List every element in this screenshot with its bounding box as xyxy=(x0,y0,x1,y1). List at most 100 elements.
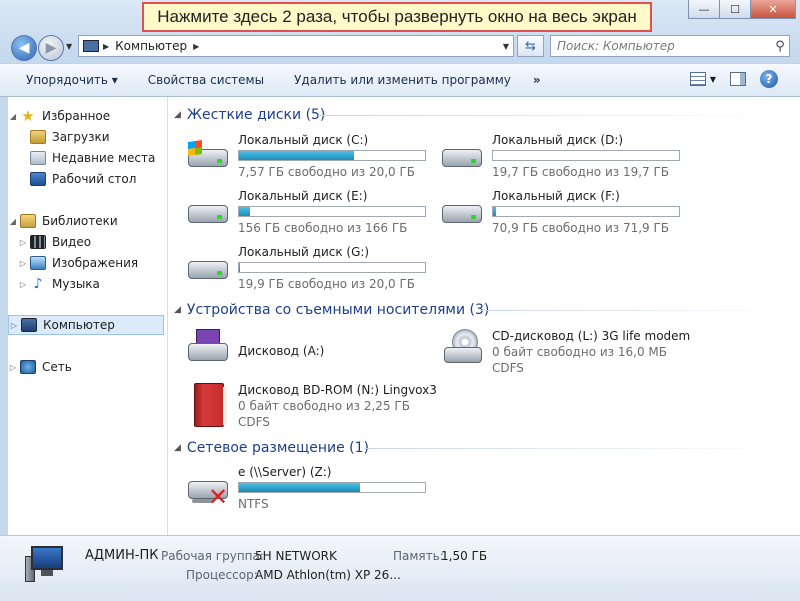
drive-usage-fill xyxy=(239,263,240,272)
collapse-icon[interactable]: ◢ xyxy=(174,443,181,453)
drive-usage-bar xyxy=(238,206,426,217)
libraries-icon xyxy=(20,214,36,228)
group-title: Сетевое размещение (1) xyxy=(186,440,369,456)
view-controls: ▼ ? xyxy=(689,70,778,88)
star-icon: ★ xyxy=(21,107,35,125)
group-header-removable[interactable]: ◢ Устройства со съемными носителями (3) xyxy=(174,300,489,320)
collapse-icon[interactable]: ◢ xyxy=(8,217,18,226)
collapse-icon[interactable]: ◢ xyxy=(174,110,181,120)
chevron-right-icon[interactable]: ▶ xyxy=(193,42,199,51)
nav-computer[interactable]: ▷ Компьютер xyxy=(8,315,164,335)
content-pane: ◢ Жесткие диски (5) Локальный диск (C:) … xyxy=(168,97,800,535)
drive-name: e (\\Server) (Z:) xyxy=(238,465,332,479)
drive-usage-fill xyxy=(239,483,360,492)
refresh-icon: ⇆ xyxy=(525,38,536,54)
cpu-label: Процессор: xyxy=(186,568,258,582)
hard-drive-icon xyxy=(440,141,484,173)
help-icon[interactable]: ? xyxy=(760,70,778,88)
view-dropdown-icon[interactable]: ▼ xyxy=(710,75,716,84)
address-dropdown-icon[interactable]: ▼ xyxy=(503,42,509,51)
uninstall-program-button[interactable]: Удалить или изменить программу xyxy=(294,73,511,87)
drive-name: Дисковод (A:) xyxy=(238,344,325,358)
history-dropdown-icon[interactable]: ▼ xyxy=(66,42,72,51)
computer-icon xyxy=(25,546,69,586)
nav-libraries[interactable]: ◢ Библиотеки xyxy=(8,211,118,231)
drive-n[interactable]: Дисковод BD-ROM (N:) Lingvox3 0 байт сво… xyxy=(186,383,437,431)
nav-computer-label: Компьютер xyxy=(43,318,115,332)
group-header-hard-drives[interactable]: ◢ Жесткие диски (5) xyxy=(174,105,325,125)
drive-c[interactable]: Локальный диск (C:) 7,57 ГБ свободно из … xyxy=(186,133,436,181)
nav-desktop[interactable]: Рабочий стол xyxy=(28,169,136,189)
preview-pane-icon[interactable] xyxy=(730,72,746,86)
drive-f[interactable]: Локальный диск (F:) 70,9 ГБ свободно из … xyxy=(440,189,690,237)
workgroup-label: Рабочая группа: xyxy=(161,549,264,563)
refresh-button[interactable]: ⇆ xyxy=(517,35,544,57)
drive-d[interactable]: Локальный диск (D:) 19,7 ГБ свободно из … xyxy=(440,133,690,181)
drive-filesystem: CDFS xyxy=(238,415,270,429)
video-library-icon xyxy=(30,235,46,249)
group-divider xyxy=(318,115,788,116)
nav-desktop-label: Рабочий стол xyxy=(52,172,137,186)
desktop-icon xyxy=(30,172,46,186)
nav-recent[interactable]: Недавние места xyxy=(28,148,155,168)
drive-z[interactable]: ✕ e (\\Server) (Z:) NTFS xyxy=(186,465,436,513)
maximize-hint-tooltip: Нажмите здесь 2 раза, чтобы развернуть о… xyxy=(142,2,652,32)
drive-usage-bar xyxy=(492,150,680,161)
drive-free-space: 0 байт свободно из 16,0 МБ xyxy=(492,345,667,359)
nav-favorites[interactable]: ◢ ★ Избранное xyxy=(8,106,110,126)
drive-free-space: 0 байт свободно из 2,25 ГБ xyxy=(238,399,410,413)
explorer-window: — ☐ ✕ Нажмите здесь 2 раза, чтобы развер… xyxy=(0,0,800,601)
maximize-button[interactable]: ☐ xyxy=(719,0,751,19)
nav-video-label: Видео xyxy=(52,235,92,249)
drive-a[interactable]: Дисковод (A:) xyxy=(186,329,436,377)
view-options-icon[interactable] xyxy=(689,72,706,86)
more-commands-button[interactable]: » xyxy=(533,73,541,87)
nav-images-label: Изображения xyxy=(52,256,139,270)
breadcrumb-computer[interactable]: Компьютер xyxy=(115,39,187,53)
system-properties-button[interactable]: Свойства системы xyxy=(148,73,264,87)
minimize-button[interactable]: — xyxy=(688,0,720,19)
recent-places-icon xyxy=(30,151,46,165)
group-divider xyxy=(364,448,788,449)
expand-icon[interactable]: ▷ xyxy=(18,280,28,289)
cpu-value: AMD Athlon(tm) XP 26... xyxy=(255,568,401,582)
expand-icon[interactable]: ▷ xyxy=(18,238,28,247)
drive-usage-bar xyxy=(238,262,426,273)
network-globe-icon xyxy=(20,360,36,374)
search-icon[interactable]: ⚲ xyxy=(771,39,789,54)
nav-music-label: Музыка xyxy=(52,277,100,291)
search-input[interactable]: Поиск: Компьютер xyxy=(551,39,771,53)
bd-rom-book-icon xyxy=(194,383,227,427)
nav-music[interactable]: ▷ ♪ Музыка xyxy=(18,274,100,294)
nav-downloads[interactable]: Загрузки xyxy=(28,127,110,147)
back-button[interactable]: ◀ xyxy=(11,35,37,61)
nav-recent-label: Недавние места xyxy=(52,151,156,165)
computer-icon xyxy=(21,318,37,332)
details-pane: АДМИН-ПК Рабочая группа: 5H NETWORK Памя… xyxy=(0,535,800,601)
collapse-icon[interactable]: ◢ xyxy=(174,305,181,315)
collapse-icon[interactable]: ◢ xyxy=(8,112,18,121)
workgroup-value: 5H NETWORK xyxy=(255,549,337,563)
address-bar[interactable]: ▶ Компьютер ▶ ▼ xyxy=(78,35,514,57)
drive-usage-bar xyxy=(238,482,426,493)
hard-drive-icon xyxy=(186,197,230,229)
drive-usage-bar xyxy=(238,150,426,161)
forward-button[interactable]: ▶ xyxy=(38,35,64,61)
expand-icon[interactable]: ▷ xyxy=(18,259,28,268)
expand-icon[interactable]: ▷ xyxy=(9,321,19,330)
drive-usage-fill xyxy=(493,207,496,216)
search-box[interactable]: Поиск: Компьютер ⚲ xyxy=(550,35,790,57)
close-button[interactable]: ✕ xyxy=(750,0,796,19)
drive-l[interactable]: CD-дисковод (L:) 3G life modem 0 байт св… xyxy=(440,329,690,377)
system-drive-icon xyxy=(186,140,230,173)
drive-e[interactable]: Локальный диск (E:) 156 ГБ свободно из 1… xyxy=(186,189,436,237)
organize-button[interactable]: Упорядочить ▾ xyxy=(26,73,118,87)
nav-images[interactable]: ▷ Изображения xyxy=(18,253,138,273)
chevron-right-icon[interactable]: ▶ xyxy=(103,42,109,51)
nav-video[interactable]: ▷ Видео xyxy=(18,232,91,252)
expand-icon[interactable]: ▷ xyxy=(8,363,18,372)
nav-network[interactable]: ▷ Сеть xyxy=(8,357,72,377)
group-header-network[interactable]: ◢ Сетевое размещение (1) xyxy=(174,438,369,458)
drive-name: Локальный диск (E:) xyxy=(238,189,368,203)
drive-g[interactable]: Локальный диск (G:) 19,9 ГБ свободно из … xyxy=(186,245,436,293)
